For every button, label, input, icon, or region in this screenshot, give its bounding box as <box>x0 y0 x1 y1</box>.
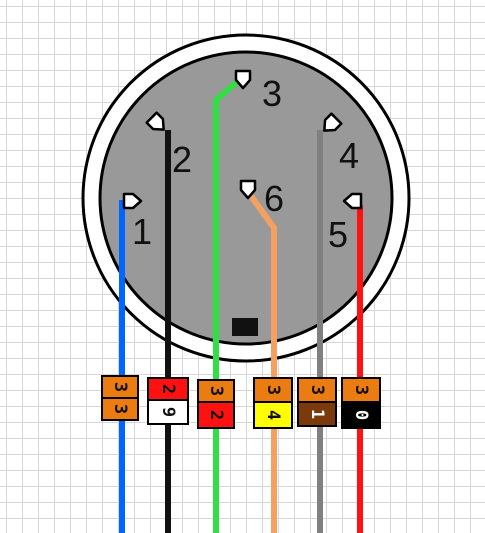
connector-pinout-diagram: 1 2 3 4 5 6 3 3 2 9 3 2 3 4 3 1 3 0 <box>81 33 411 533</box>
wire-label-pin-6: 3 4 <box>253 377 293 429</box>
pin-label-6: 6 <box>264 178 284 219</box>
wire-label-digit: 1 <box>307 409 327 419</box>
pin-label-2: 2 <box>172 139 192 180</box>
wire-label-digit: 3 <box>307 385 327 395</box>
wire-label-digit: 3 <box>110 382 130 392</box>
wire-label-digit: 2 <box>158 384 178 394</box>
pin-label-1: 1 <box>132 211 152 252</box>
wire-label-digit: 3 <box>206 386 226 396</box>
wire-label-digit: 2 <box>206 410 226 420</box>
wire-label-digit: 4 <box>263 410 283 420</box>
wire-label-digit: 3 <box>263 385 283 395</box>
connector-key <box>232 318 258 336</box>
pin-label-3: 3 <box>262 73 282 114</box>
wire-label-pin-4: 3 1 <box>297 377 337 427</box>
wire-label-pin-1: 3 3 <box>101 375 139 421</box>
wire-label-digit: 0 <box>351 410 371 420</box>
wire-label-pin-5: 3 0 <box>341 377 381 429</box>
wire-label-pin-2: 2 9 <box>147 377 189 425</box>
wire-label-digit: 3 <box>351 385 371 395</box>
pin-label-5: 5 <box>328 214 348 255</box>
wire-label-digit: 3 <box>110 404 130 414</box>
wire-labels: 3 3 2 9 3 2 3 4 3 1 3 0 <box>101 375 381 429</box>
pin-label-4: 4 <box>339 135 359 176</box>
wire-label-pin-3: 3 2 <box>197 379 235 429</box>
wire-label-digit: 9 <box>158 407 178 417</box>
